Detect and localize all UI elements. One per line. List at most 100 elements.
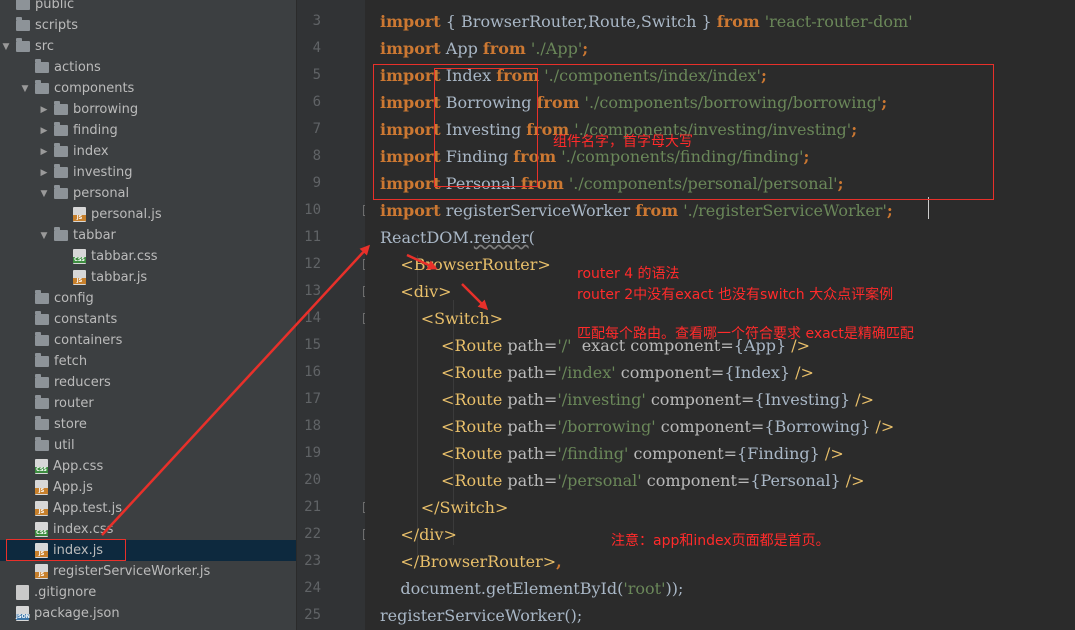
tree-item-label: index.css <box>53 522 114 537</box>
tree-item-package-json[interactable]: ▶JSONpackage.json <box>0 603 296 624</box>
tree-item-finding[interactable]: ▶ finding <box>0 120 296 141</box>
tree-item-label: App.css <box>53 459 104 474</box>
code-token: 'root' <box>623 579 666 598</box>
tree-item-containers[interactable]: ▶containers <box>0 330 296 351</box>
code-line[interactable]: ReactDOM.render( <box>380 224 535 251</box>
project-tree: ▶public▶scripts▼src▶actions▼components▶b… <box>0 0 296 630</box>
collapsed-arrow-icon[interactable]: ▶ <box>38 147 50 157</box>
code-line[interactable]: </div> <box>380 521 457 548</box>
expanded-arrow-icon[interactable]: ▼ <box>38 231 50 241</box>
component-names-highlight-box <box>434 68 538 187</box>
code-line[interactable]: <Switch> <box>380 305 503 332</box>
folder-icon <box>54 101 68 115</box>
tree-item-label: personal.js <box>91 207 162 222</box>
collapsed-arrow-icon[interactable]: ▶ <box>38 126 50 136</box>
tree-item-registerserviceworker-js[interactable]: ▶JSregisterServiceWorker.js <box>0 561 296 582</box>
code-line[interactable]: </BrowserRouter>, <box>380 548 561 575</box>
code-token: component= <box>633 444 738 463</box>
code-token: ; <box>582 39 589 58</box>
tree-item-index-css[interactable]: ▶CSSindex.css <box>0 519 296 540</box>
tree-item-util[interactable]: ▶util <box>0 435 296 456</box>
code-line[interactable]: document.getElementById('root')); <box>380 575 683 602</box>
tree-item-app-test-js[interactable]: ▶JSApp.test.js <box>0 498 296 519</box>
expanded-arrow-icon[interactable]: ▼ <box>19 84 31 94</box>
js-file-icon: JS <box>35 480 48 495</box>
code-line[interactable]: import registerServiceWorker from './reg… <box>380 197 893 224</box>
tree-item-personal[interactable]: ▼ personal <box>0 183 296 204</box>
tree-item-index[interactable]: ▶ index <box>0 141 296 162</box>
line-number: 19 <box>304 445 321 461</box>
tree-item-label: tabbar <box>73 228 116 243</box>
annotation-match-routes: 匹配每个路由。查看哪一个符合要求 exact是精确匹配 <box>577 326 914 342</box>
line-number: 9 <box>312 175 321 191</box>
tree-item-tabbar[interactable]: ▼ tabbar <box>0 225 296 246</box>
tree-item-label: App.js <box>53 480 93 495</box>
line-number: 20 <box>304 472 321 488</box>
tree-item-config[interactable]: ▶config <box>0 288 296 309</box>
tree-item-label: store <box>54 417 87 432</box>
code-token: ReactDOM. <box>380 228 474 247</box>
code-line[interactable]: <Route path='/investing' component={Inve… <box>380 386 874 413</box>
tree-item-actions[interactable]: ▶actions <box>0 57 296 78</box>
code-token: <Route <box>380 390 508 409</box>
tree-item-app-css[interactable]: ▶CSSApp.css <box>0 456 296 477</box>
code-line[interactable]: <Route path='/finding' component={Findin… <box>380 440 844 467</box>
tree-item-components[interactable]: ▼ components <box>0 78 296 99</box>
tree-item-app-js[interactable]: ▶JSApp.js <box>0 477 296 498</box>
line-number: 6 <box>312 94 321 110</box>
css-file-icon: CSS <box>35 459 48 474</box>
line-number: 4 <box>312 40 321 56</box>
line-number: 21 <box>304 499 321 515</box>
tree-item-label: containers <box>54 333 123 348</box>
code-token: {Finding} <box>737 444 820 463</box>
tree-item-tabbar-css[interactable]: ▶CSStabbar.css <box>0 246 296 267</box>
expanded-arrow-icon[interactable]: ▼ <box>0 42 12 52</box>
folder-icon <box>54 185 68 199</box>
code-line[interactable]: <Route path='/index' component={Index} /… <box>380 359 814 386</box>
tree-item-label: App.test.js <box>53 501 123 516</box>
tree-item-borrowing[interactable]: ▶ borrowing <box>0 99 296 120</box>
code-token: {Personal} <box>750 471 841 490</box>
tree-item-scripts[interactable]: ▶scripts <box>0 15 296 36</box>
tree-item-reducers[interactable]: ▶reducers <box>0 372 296 393</box>
tree-item-tabbar-js[interactable]: ▶JStabbar.js <box>0 267 296 288</box>
collapsed-arrow-icon[interactable]: ▶ <box>38 168 50 178</box>
code-token: {Investing} <box>754 390 851 409</box>
code-token: getElementById <box>485 579 618 598</box>
code-line[interactable]: <div> <box>380 278 452 305</box>
folder-icon <box>35 437 49 451</box>
code-token: <div> <box>380 282 452 301</box>
tree-item-constants[interactable]: ▶constants <box>0 309 296 330</box>
tree-item-src[interactable]: ▼ src <box>0 36 296 57</box>
folder-icon <box>16 0 30 10</box>
tree-item--gitignore[interactable]: ▶.gitignore <box>0 582 296 603</box>
code-line[interactable]: import { BrowserRouter,Route,Switch } fr… <box>380 8 913 35</box>
line-number: 11 <box>304 229 321 245</box>
code-token: /> <box>840 471 865 490</box>
code-line[interactable]: <Route path='/personal' component={Perso… <box>380 467 865 494</box>
code-token: <Route <box>380 417 508 436</box>
code-token: '/index' <box>557 363 621 382</box>
tree-item-router[interactable]: ▶router <box>0 393 296 414</box>
code-token: path= <box>507 390 558 409</box>
annotation-router4: router 4 的语法 <box>577 266 680 282</box>
code-token: import <box>380 12 441 31</box>
code-token: <Route <box>380 471 508 490</box>
expanded-arrow-icon[interactable]: ▼ <box>38 189 50 199</box>
tree-item-label: finding <box>73 123 118 138</box>
collapsed-arrow-icon[interactable]: ▶ <box>38 105 50 115</box>
code-line[interactable]: import App from './App'; <box>380 35 588 62</box>
code-token: <Route <box>380 336 508 355</box>
tree-item-label: package.json <box>34 606 120 621</box>
tree-item-investing[interactable]: ▶ investing <box>0 162 296 183</box>
tree-item-fetch[interactable]: ▶fetch <box>0 351 296 372</box>
code-line[interactable]: </Switch> <box>380 494 509 521</box>
code-line[interactable]: <Route path='/borrowing' component={Borr… <box>380 413 894 440</box>
code-token: from <box>635 201 679 220</box>
tree-item-store[interactable]: ▶store <box>0 414 296 435</box>
tree-item-personal-js[interactable]: ▶JSpersonal.js <box>0 204 296 225</box>
tree-item-public[interactable]: ▶public <box>0 0 296 15</box>
tree-item-label: public <box>35 0 75 12</box>
code-line[interactable]: <BrowserRouter> <box>380 251 550 278</box>
code-line[interactable]: registerServiceWorker(); <box>380 602 582 629</box>
